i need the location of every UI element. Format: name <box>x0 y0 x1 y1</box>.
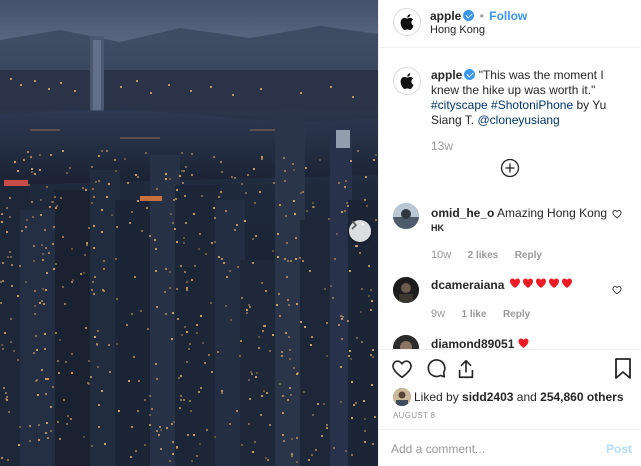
post-photo[interactable] <box>0 0 378 466</box>
hashtag-cityscape[interactable]: #cityscape <box>431 98 488 112</box>
post-actions: Liked by sidd2403 and 254,860 others AUG… <box>379 349 641 429</box>
likes-summary: Liked by sidd2403 and 254,860 others <box>414 390 624 404</box>
author-username[interactable]: apple <box>430 9 461 23</box>
follow-button[interactable]: Follow <box>489 9 527 23</box>
red-heart-emoji <box>518 338 529 348</box>
header-user-row: apple • Follow <box>430 9 527 23</box>
commenter-avatar[interactable] <box>393 335 419 349</box>
caption-author-avatar[interactable] <box>393 67 421 95</box>
dot-separator: • <box>479 9 484 23</box>
caption-age[interactable]: 13w <box>431 139 453 153</box>
comment-input[interactable] <box>391 439 591 459</box>
hashtag-shotoniphone[interactable]: #ShotoniPhone <box>491 98 573 112</box>
caption-credit-name: Siang T. <box>431 113 475 127</box>
heart-outline-icon[interactable] <box>612 209 622 219</box>
comment-username[interactable]: omid_he_o <box>431 206 494 220</box>
location-link[interactable]: Hong Kong <box>430 24 485 36</box>
comment-likes[interactable]: 1 like <box>462 309 487 320</box>
verified-badge-icon <box>463 10 475 21</box>
mention-cloneyusiang[interactable]: @cloneyusiang <box>478 113 560 127</box>
comment-text: omid_he_o Amazing Hong Kong HK <box>431 206 611 235</box>
reply-button[interactable]: Reply <box>515 250 542 261</box>
comment-age[interactable]: 10w <box>431 249 451 261</box>
likes-prefix: Liked by <box>414 390 459 404</box>
caption-line-1: "This was the moment I <box>478 68 604 82</box>
comment-username[interactable]: dcameraiana <box>431 278 504 292</box>
heart-outline-icon[interactable] <box>612 285 622 295</box>
avatar-image <box>393 388 411 406</box>
comment-body-line-2: HK <box>431 223 444 233</box>
load-more-comments-button[interactable] <box>500 158 520 178</box>
plus-circle-icon <box>500 158 520 178</box>
post-comment-button[interactable]: Post <box>606 442 632 456</box>
commenter-avatar[interactable] <box>393 277 419 303</box>
comment-meta: 9w 1 like Reply <box>431 304 530 322</box>
comment-meta: 10w 2 likes Reply <box>431 245 542 263</box>
add-comment-bar: Post <box>379 429 641 466</box>
author-avatar[interactable] <box>393 8 421 36</box>
like-heart-icon[interactable] <box>391 358 413 380</box>
post-detail-panel: apple • Follow Hong Kong apple "This was… <box>378 0 641 466</box>
heart-emoji-row <box>509 278 572 292</box>
avatar-image <box>393 335 419 349</box>
comments-list[interactable]: apple "This was the moment I knew the hi… <box>379 49 641 349</box>
chevron-right-icon <box>351 220 358 230</box>
avatar-image <box>393 203 419 229</box>
post-header: apple • Follow Hong Kong <box>379 0 641 48</box>
comment-text: dcameraiana <box>431 278 626 292</box>
liker-username[interactable]: sidd2403 <box>462 390 513 404</box>
likes-count[interactable]: 254,860 others <box>540 390 623 404</box>
red-hearts-emoji <box>509 278 572 288</box>
apple-logo-icon <box>400 73 414 89</box>
carousel-next-button[interactable] <box>349 220 371 242</box>
comment-likes[interactable]: 2 likes <box>468 250 499 261</box>
likes-and: and <box>516 390 537 404</box>
comment-text: diamond89051 <box>431 337 529 349</box>
apple-logo-icon <box>400 14 414 30</box>
bookmark-save-icon[interactable] <box>614 358 632 380</box>
comment-bubble-icon[interactable] <box>425 358 447 380</box>
caption-line-2: knew the hike up was worth it." <box>431 83 596 97</box>
share-upload-icon[interactable] <box>455 358 477 380</box>
caption: apple "This was the moment I knew the hi… <box>431 68 631 128</box>
caption-username[interactable]: apple <box>431 68 462 82</box>
caption-by-text: by Yu <box>576 98 607 112</box>
commenter-avatar[interactable] <box>393 203 419 229</box>
post-date[interactable]: AUGUST 8 <box>393 411 435 420</box>
hong-kong-cityscape-image <box>0 0 378 466</box>
comment-age[interactable]: 9w <box>431 308 445 320</box>
verified-badge-icon <box>464 69 476 80</box>
comment-username[interactable]: diamond89051 <box>431 337 514 349</box>
liker-avatar[interactable] <box>393 388 411 406</box>
avatar-image <box>393 277 419 303</box>
comment-body: Amazing Hong Kong <box>497 206 608 220</box>
reply-button[interactable]: Reply <box>503 309 530 320</box>
